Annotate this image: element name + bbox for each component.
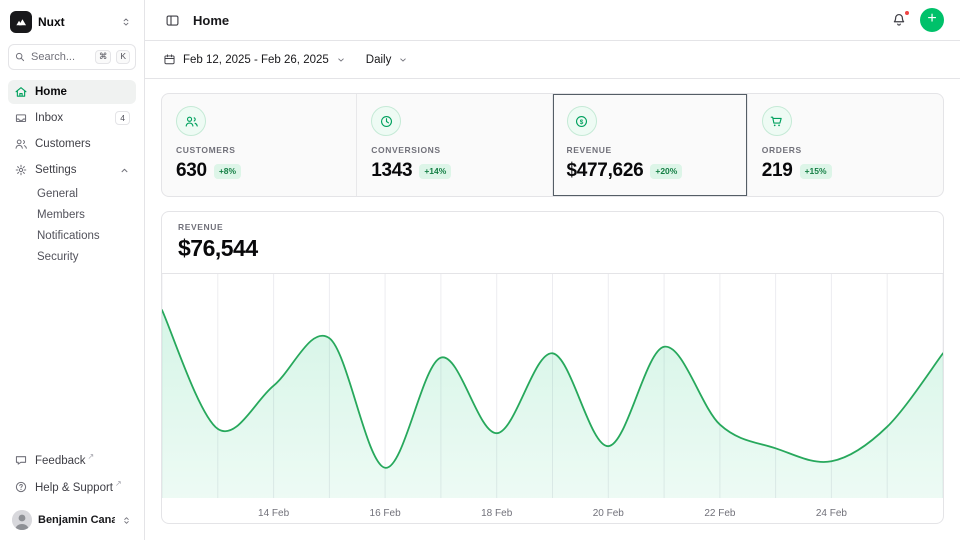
stat-value: 219: [762, 160, 793, 182]
stat-delta-badge: +20%: [650, 164, 682, 179]
inbox-count-badge: 4: [115, 111, 130, 125]
users-icon: [14, 137, 28, 151]
search-input[interactable]: Search... ⌘ K: [8, 44, 136, 70]
notification-dot: [904, 10, 910, 16]
conversions-icon: [371, 106, 401, 136]
interval-select[interactable]: Daily: [364, 50, 411, 70]
workspace-name: Nuxt: [38, 15, 114, 29]
sidebar-item-label: Help & Support↗: [35, 479, 130, 494]
sidebar-item-members[interactable]: Members: [8, 205, 136, 225]
dashboard-content: CUSTOMERS 630 +8% CONVERSIONS 1343 +14%: [145, 79, 960, 540]
revenue-chart-body[interactable]: 14 Feb 16 Feb 18 Feb 20 Feb 22 Feb 24 Feb: [162, 274, 943, 523]
sidebar-item-notifications[interactable]: Notifications: [8, 226, 136, 246]
sidebar: Nuxt Search... ⌘ K Home Inbox 4: [0, 0, 145, 540]
page-title: Home: [193, 13, 229, 28]
sidebar-item-label: Inbox: [35, 112, 108, 124]
main-area: Home + Feb 12, 2025 - Feb 26, 2025 Daily: [145, 0, 960, 540]
interval-label: Daily: [366, 54, 392, 66]
page-header: Home +: [145, 0, 960, 41]
sidebar-item-security[interactable]: Security: [8, 247, 136, 267]
chevron-up-icon: [119, 165, 130, 176]
stat-label: REVENUE: [567, 145, 733, 155]
sidebar-item-inbox[interactable]: Inbox 4: [8, 106, 136, 130]
user-menu[interactable]: Benjamin Canac: [8, 505, 136, 532]
nuxt-logo: [10, 11, 32, 33]
sidebar-item-settings[interactable]: Settings: [8, 158, 136, 182]
calendar-icon: [163, 53, 176, 66]
kbd-cmd: ⌘: [95, 50, 112, 63]
svg-text:16 Feb: 16 Feb: [370, 508, 402, 519]
sidebar-item-label: Feedback↗: [35, 452, 130, 467]
svg-text:$: $: [580, 118, 584, 125]
sidebar-toggle-button[interactable]: [161, 9, 184, 32]
svg-text:22 Feb: 22 Feb: [704, 508, 736, 519]
stat-value: 1343: [371, 160, 412, 182]
revenue-icon: $: [567, 106, 597, 136]
user-name: Benjamin Canac: [38, 514, 115, 526]
home-icon: [14, 85, 28, 99]
chart-metric-label: REVENUE: [178, 222, 927, 232]
stat-label: CONVERSIONS: [371, 145, 537, 155]
sidebar-item-help-support[interactable]: Help & Support↗: [8, 474, 136, 499]
date-range-picker[interactable]: Feb 12, 2025 - Feb 26, 2025: [161, 49, 348, 70]
date-range-label: Feb 12, 2025 - Feb 26, 2025: [183, 54, 329, 66]
stat-label: CUSTOMERS: [176, 145, 342, 155]
stat-card-revenue[interactable]: $ REVENUE $477,626 +20%: [553, 94, 748, 196]
sidebar-item-home[interactable]: Home: [8, 80, 136, 104]
search-placeholder: Search...: [31, 51, 90, 63]
svg-text:18 Feb: 18 Feb: [481, 508, 513, 519]
sidebar-item-feedback[interactable]: Feedback↗: [8, 447, 136, 472]
avatar: [12, 510, 32, 530]
customers-icon: [176, 106, 206, 136]
workspace-switcher[interactable]: Nuxt: [8, 8, 136, 36]
svg-text:14 Feb: 14 Feb: [258, 508, 290, 519]
select-chevrons-icon: [121, 515, 132, 526]
chat-bubble-icon: [14, 453, 28, 467]
help-circle-icon: [14, 480, 28, 494]
svg-text:24 Feb: 24 Feb: [816, 508, 848, 519]
stat-card-conversions[interactable]: CONVERSIONS 1343 +14%: [357, 94, 552, 196]
notifications-button[interactable]: [887, 8, 911, 32]
settings-subnav: General Members Notifications Security: [8, 184, 136, 267]
panel-left-icon: [165, 13, 180, 28]
revenue-chart-panel: REVENUE $76,544 14 Feb 16 Feb 18 Feb 20 Feb…: [161, 211, 944, 524]
search-icon: [14, 51, 26, 63]
stat-delta-badge: +14%: [419, 164, 451, 179]
stat-card-orders[interactable]: ORDERS 219 +15%: [748, 94, 943, 196]
sidebar-item-customers[interactable]: Customers: [8, 132, 136, 156]
add-button[interactable]: +: [920, 8, 944, 32]
sidebar-item-label: Settings: [35, 164, 112, 176]
inbox-icon: [14, 111, 28, 125]
stat-label: ORDERS: [762, 145, 929, 155]
chart-header: REVENUE $76,544: [162, 212, 943, 274]
kbd-k: K: [116, 50, 130, 63]
stats-row: CUSTOMERS 630 +8% CONVERSIONS 1343 +14%: [161, 93, 944, 197]
filter-bar: Feb 12, 2025 - Feb 26, 2025 Daily: [145, 41, 960, 79]
chart-metric-value: $76,544: [178, 235, 927, 262]
sidebar-item-label: Home: [35, 86, 130, 98]
svg-text:20 Feb: 20 Feb: [593, 508, 625, 519]
select-chevrons-icon: [120, 16, 132, 28]
stat-value: $477,626: [567, 160, 644, 182]
sidebar-footer: Feedback↗ Help & Support↗ Benjamin Canac: [8, 447, 136, 532]
gear-icon: [14, 163, 28, 177]
chevron-down-icon: [398, 55, 408, 65]
stat-delta-badge: +15%: [800, 164, 832, 179]
stat-card-customers[interactable]: CUSTOMERS 630 +8%: [162, 94, 357, 196]
stat-delta-badge: +8%: [214, 164, 241, 179]
external-link-icon: ↗: [115, 479, 122, 488]
sidebar-item-label: Customers: [35, 138, 130, 150]
plus-icon: +: [927, 11, 936, 27]
orders-icon: [762, 106, 792, 136]
external-link-icon: ↗: [88, 452, 95, 461]
sidebar-nav: Home Inbox 4 Customers Settings: [8, 80, 136, 182]
chevron-down-icon: [336, 55, 346, 65]
stat-value: 630: [176, 160, 207, 182]
sidebar-item-general[interactable]: General: [8, 184, 136, 204]
revenue-area-chart: 14 Feb 16 Feb 18 Feb 20 Feb 22 Feb 24 Feb: [162, 274, 943, 523]
